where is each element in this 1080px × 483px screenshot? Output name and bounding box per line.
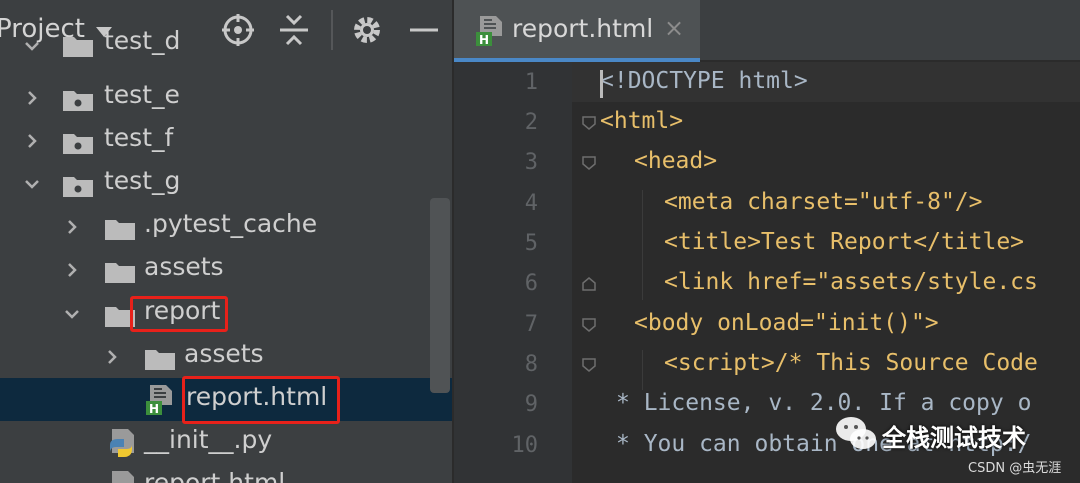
- chevron-right-icon[interactable]: [24, 90, 40, 106]
- chevron-right-icon[interactable]: [104, 349, 120, 365]
- line-number: 8: [524, 352, 538, 377]
- line-number: 4: [524, 191, 538, 216]
- folder-icon: [105, 220, 135, 240]
- tree-item-label: test_f: [104, 123, 174, 152]
- line-number: 3: [524, 150, 538, 175]
- watermark-credit: CSDN @虫无涯: [968, 461, 1062, 476]
- fold-marker-icon[interactable]: [582, 358, 596, 372]
- line-number-gutter: 1 2 3 4 5 6 7 8 9 10: [454, 62, 572, 483]
- line-number: 5: [524, 231, 538, 256]
- tree-item-label: report.html: [144, 468, 286, 483]
- code-line[interactable]: <body onLoad="init()">: [634, 310, 939, 336]
- highlight-box: [182, 376, 340, 424]
- indent-guide: [642, 350, 643, 390]
- line-number: 6: [524, 271, 538, 296]
- tree-item-pytest-cache[interactable]: .pytest_cache: [0, 205, 452, 248]
- html-file-icon: [112, 471, 134, 483]
- tree-item-label: assets: [184, 339, 264, 368]
- code-line[interactable]: <title>Test Report</title>: [664, 229, 1024, 255]
- tree-item-report-html[interactable]: H report.html: [0, 376, 452, 424]
- project-panel: Project test_d test_e test_f test_g .pyt…: [0, 0, 452, 483]
- tree-item-test-g[interactable]: test_g: [0, 162, 452, 205]
- fold-end-marker-icon[interactable]: [582, 277, 596, 291]
- tree-item-label: test_e: [104, 80, 180, 109]
- svg-text:H: H: [479, 33, 489, 46]
- vertical-scrollbar[interactable]: [430, 198, 450, 393]
- package-folder-icon: [63, 177, 93, 197]
- chevron-down-icon[interactable]: [64, 306, 80, 322]
- tree-item-label: __init__.py: [144, 425, 273, 454]
- code-line[interactable]: <head>: [634, 148, 717, 174]
- editor-tab-bar: H report.html ×: [454, 0, 1080, 62]
- line-number: 9: [524, 392, 538, 417]
- tree-item-report-html[interactable]: report.html: [0, 464, 452, 483]
- tree-item-label: test_d: [104, 26, 181, 55]
- tree-item-report-folder[interactable]: report: [0, 292, 452, 335]
- code-line[interactable]: <meta charset="utf-8"/>: [664, 189, 983, 215]
- chevron-right-icon[interactable]: [64, 219, 80, 235]
- tab-label: report.html: [512, 14, 654, 43]
- close-icon[interactable]: ×: [664, 14, 684, 42]
- wechat-icon: [836, 417, 876, 449]
- fold-marker-icon[interactable]: [582, 116, 596, 130]
- chevron-right-icon[interactable]: [24, 133, 40, 149]
- tree-item-label: test_g: [104, 166, 181, 195]
- code-line[interactable]: <script>/* This Source Code: [664, 350, 1038, 376]
- folder-icon: [63, 37, 93, 57]
- tree-item-test-d[interactable]: test_d: [0, 26, 452, 66]
- watermark-text: 全栈测试技术: [882, 424, 1026, 452]
- indent-guide: [642, 190, 643, 300]
- tab-report-html[interactable]: H report.html ×: [454, 0, 700, 62]
- code-line[interactable]: <html>: [600, 108, 683, 134]
- tree-item-label: .pytest_cache: [144, 209, 318, 238]
- package-folder-icon: [63, 134, 93, 154]
- html-file-icon: H: [476, 16, 502, 46]
- html-file-icon: H: [146, 385, 172, 415]
- svg-text:H: H: [149, 402, 159, 415]
- tree-item-test-e[interactable]: test_e: [0, 76, 452, 119]
- python-file-icon: [110, 429, 134, 457]
- code-line[interactable]: * License, v. 2.0. If a copy o: [616, 390, 1031, 416]
- text-caret: [600, 70, 603, 98]
- fold-marker-icon[interactable]: [582, 318, 596, 332]
- chevron-down-icon[interactable]: [24, 176, 40, 192]
- folder-icon: [105, 263, 135, 283]
- line-number: 2: [524, 110, 538, 135]
- tree-item-test-f[interactable]: test_f: [0, 119, 452, 162]
- tree-item-init-py[interactable]: __init__.py: [0, 421, 452, 464]
- tree-item-label: assets: [144, 252, 224, 281]
- fold-marker-icon[interactable]: [582, 156, 596, 170]
- tree-item-assets[interactable]: assets: [0, 248, 452, 291]
- code-line[interactable]: <link href="assets/style.cs: [664, 269, 1038, 295]
- line-number: 1: [524, 70, 538, 95]
- folder-icon: [145, 350, 175, 370]
- tree-item-assets[interactable]: assets: [0, 335, 452, 378]
- line-number: 10: [511, 433, 539, 458]
- line-number: 7: [524, 312, 538, 337]
- package-folder-icon: [63, 91, 93, 111]
- highlight-box: [130, 296, 228, 332]
- chevron-down-icon[interactable]: [24, 38, 40, 54]
- editor-panel: H report.html × 1 2 3 4 5 6 7 8 9 10 <!D…: [454, 0, 1080, 483]
- code-line[interactable]: <!DOCTYPE html>: [600, 68, 808, 94]
- chevron-right-icon[interactable]: [64, 262, 80, 278]
